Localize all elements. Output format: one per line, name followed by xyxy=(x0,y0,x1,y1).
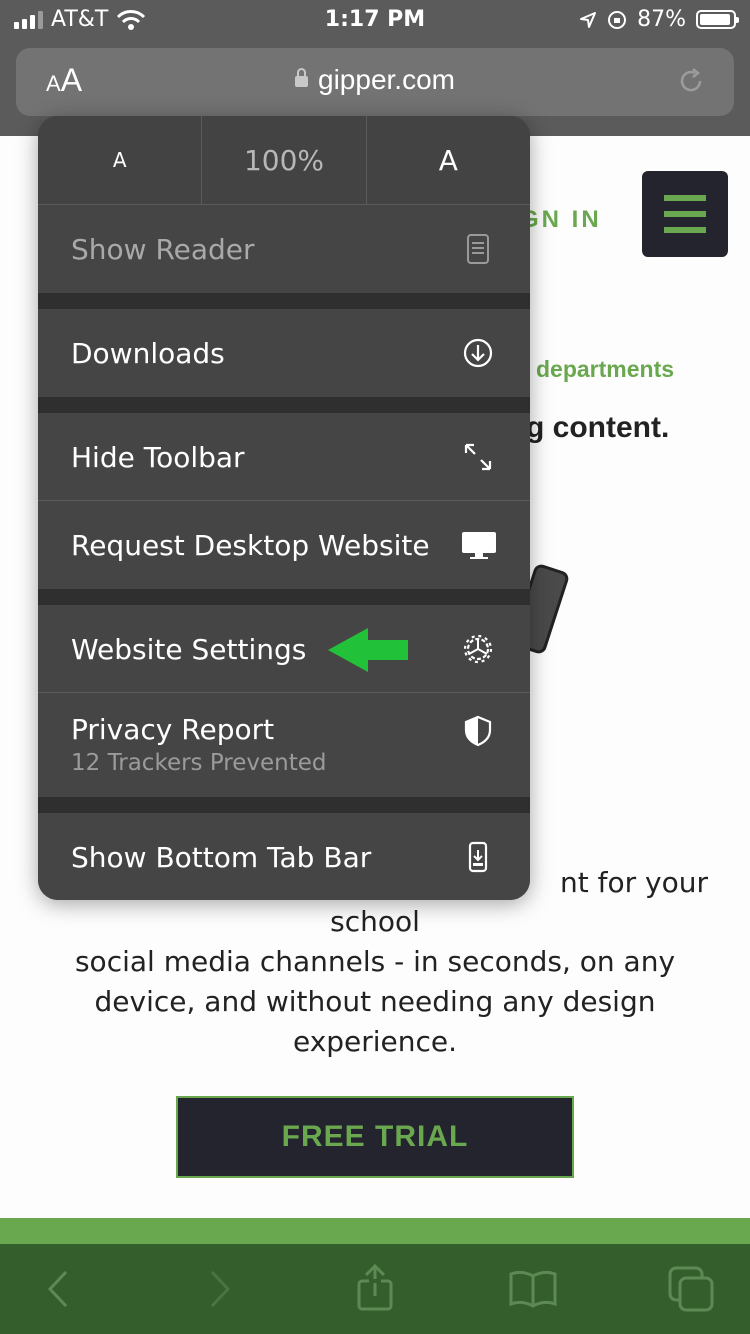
url-domain: gipper.com xyxy=(318,64,455,95)
shield-icon xyxy=(464,715,492,747)
menu-item-label: Request Desktop Website xyxy=(71,529,430,562)
menu-item-label: Website Settings xyxy=(71,633,307,666)
forward-icon[interactable] xyxy=(194,1264,244,1314)
menu-item-privacy-report[interactable]: Privacy Report 12 Trackers Prevented xyxy=(38,693,530,797)
location-icon xyxy=(580,11,597,28)
resize-arrows-icon xyxy=(464,443,492,471)
menu-group-gap xyxy=(38,293,530,309)
reader-icon xyxy=(467,234,489,264)
menu-item-show-reader[interactable]: Show Reader xyxy=(38,205,530,293)
menu-item-hide-toolbar[interactable]: Hide Toolbar xyxy=(38,413,530,500)
menu-item-show-bottom-tab-bar[interactable]: Show Bottom Tab Bar xyxy=(38,813,530,900)
page-settings-menu: A 100% A Show Reader Downloads Hide Tool… xyxy=(38,116,530,900)
desktop-icon xyxy=(462,532,496,559)
orientation-lock-icon xyxy=(608,10,627,29)
bookmarks-icon[interactable] xyxy=(508,1264,558,1314)
bottom-toolbar xyxy=(0,1244,750,1334)
menu-item-label: Hide Toolbar xyxy=(71,441,245,474)
battery-percent: 87% xyxy=(637,7,686,32)
zoom-out-button[interactable]: A xyxy=(38,116,201,204)
zoom-controls: A 100% A xyxy=(38,116,530,205)
annotation-arrow-icon xyxy=(328,628,408,672)
download-icon xyxy=(463,338,493,368)
menu-group-gap xyxy=(38,797,530,813)
tabs-icon[interactable] xyxy=(666,1264,716,1314)
lock-icon xyxy=(295,68,309,87)
menu-group-gap xyxy=(38,589,530,605)
menu-item-website-settings[interactable]: Website Settings xyxy=(38,605,530,692)
battery-icon xyxy=(696,10,739,29)
menu-group-gap xyxy=(38,397,530,413)
menu-item-label: Downloads xyxy=(71,337,225,370)
menu-item-label: Privacy Report xyxy=(71,713,275,746)
address-bar[interactable]: AA gipper.com xyxy=(16,48,734,116)
phone-tab-bar-icon xyxy=(468,841,488,873)
menu-item-label: Show Bottom Tab Bar xyxy=(71,841,372,874)
zoom-in-button[interactable]: A xyxy=(365,116,530,204)
reload-icon[interactable] xyxy=(676,66,706,96)
menu-item-label: Show Reader xyxy=(71,233,255,266)
menu-item-downloads[interactable]: Downloads xyxy=(38,309,530,397)
gear-icon xyxy=(463,634,493,664)
url-display[interactable]: gipper.com xyxy=(16,64,734,96)
zoom-level[interactable]: 100% xyxy=(201,116,365,204)
privacy-report-subtitle: 12 Trackers Prevented xyxy=(71,750,327,776)
back-icon[interactable] xyxy=(34,1264,84,1314)
menu-item-request-desktop[interactable]: Request Desktop Website xyxy=(38,501,530,589)
status-bar: AT&T 1:17 PM 87% xyxy=(0,0,750,40)
share-icon[interactable] xyxy=(350,1264,400,1314)
